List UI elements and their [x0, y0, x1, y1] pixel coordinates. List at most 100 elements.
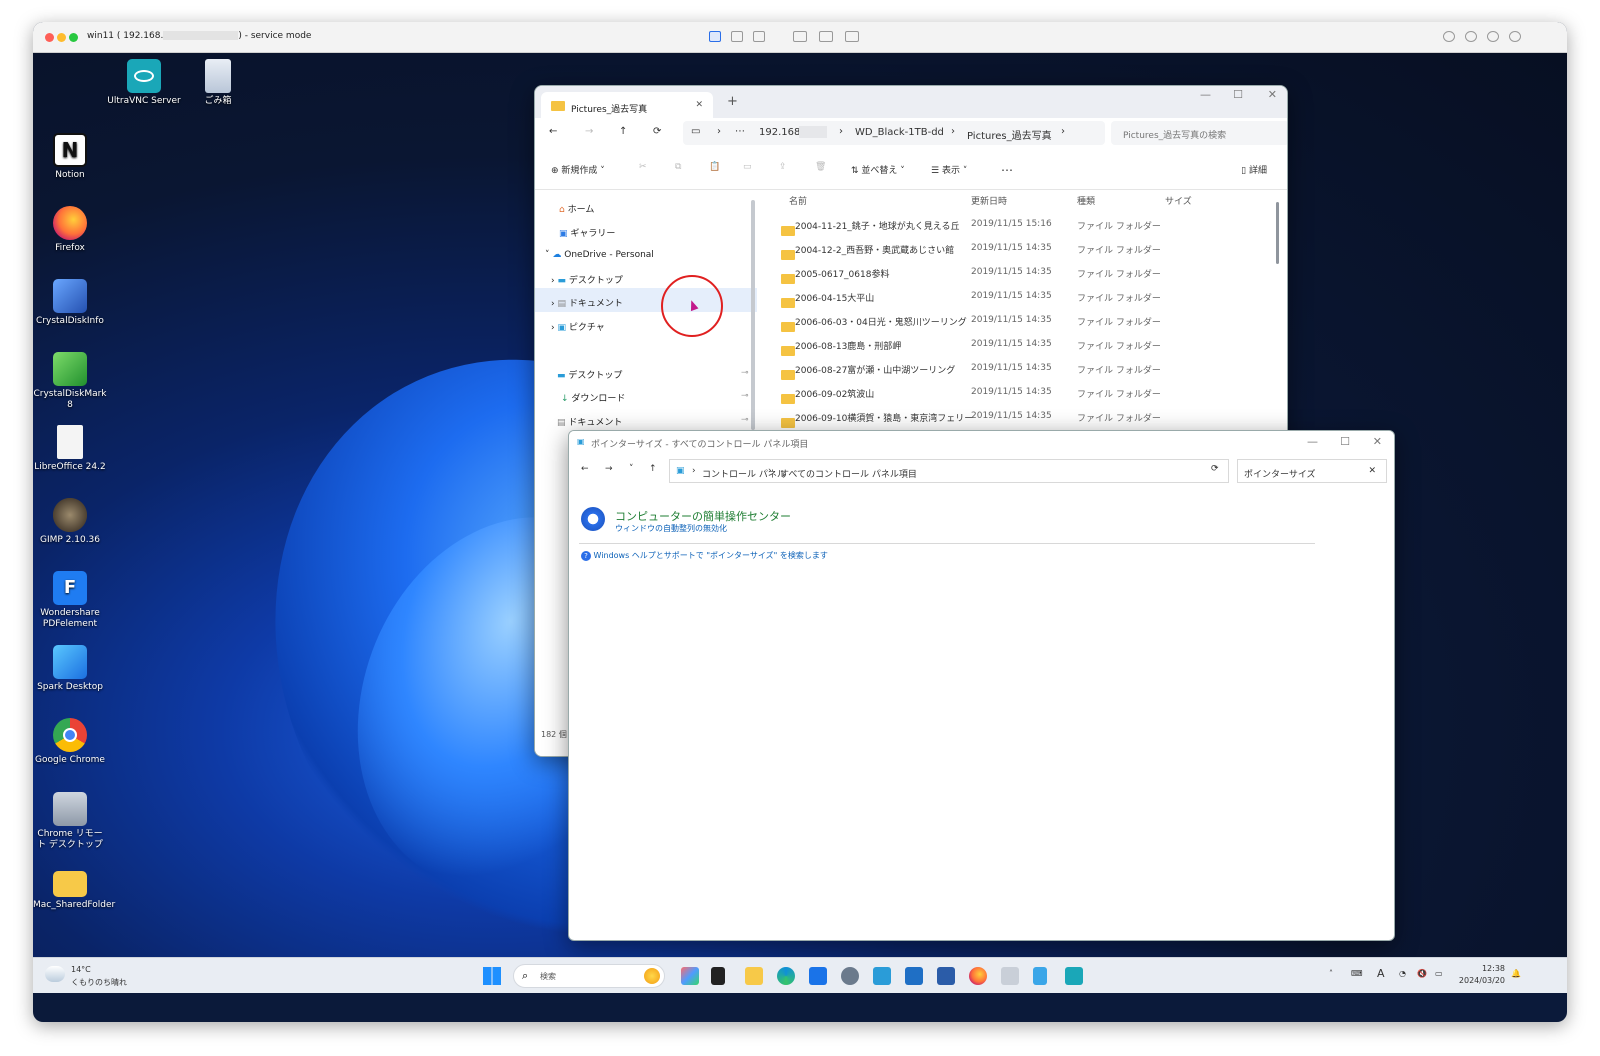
cp-search-input[interactable]: ポインターサイズ ✕ [1237, 459, 1387, 483]
view-button[interactable]: ☰ 表示 ˅ [931, 163, 967, 176]
address-bar[interactable]: ▭ › ⋯ 192.168. › WD_Black-1TB-dd › Pictu… [683, 121, 1105, 145]
cut-icon[interactable]: ✂ [639, 162, 647, 172]
forward-icon[interactable]: → [585, 126, 593, 137]
keyboard-icon[interactable]: ⌨ [1351, 969, 1363, 978]
minimize-icon[interactable]: — [1307, 435, 1318, 448]
column-name[interactable]: 名前 [789, 194, 807, 207]
table-row[interactable]: 2006-08-27富が瀬・山中湖ツーリング 2019/11/15 14:35 ファ… [765, 356, 1285, 380]
new-tab-icon[interactable]: + [727, 94, 738, 109]
explorer-tab[interactable]: Pictures_過去写真 ✕ [541, 92, 713, 118]
table-row[interactable]: 2006-09-10横須賀・猿島・東京湾フェリー 2019/11/15 14:35… [765, 404, 1285, 428]
recent-icon[interactable]: ˅ [629, 464, 634, 474]
table-row[interactable]: 2004-11-21_銚子・地球が丸く見える丘 2019/11/15 15:16 フ… [765, 212, 1285, 236]
delete-icon[interactable]: 🗑 [815, 162, 826, 172]
cp-breadcrumb-1[interactable]: コントロール パネル [702, 467, 786, 480]
maximize-icon[interactable]: ☐ [1340, 435, 1350, 448]
pin-icon[interactable]: ⊸ [741, 391, 749, 401]
copy-icon[interactable]: ⧉ [675, 162, 681, 172]
nav-scrollbar[interactable] [751, 200, 755, 430]
task-view-icon[interactable] [711, 967, 725, 985]
new-item-button[interactable]: ⊕ 新規作成 ˅ [551, 163, 605, 176]
maximize-icon[interactable]: ☐ [1233, 88, 1243, 101]
cp-address-bar[interactable]: ▣ › コントロール パネル › すべてのコントロール パネル項目 ˅ [669, 459, 1229, 483]
edge-icon[interactable] [777, 967, 795, 985]
remote-desktop-icon[interactable] [1001, 967, 1019, 985]
explorer-search-input[interactable]: Pictures_過去写真の検索 [1111, 121, 1287, 145]
grid-icon[interactable] [793, 31, 807, 42]
desktop-icon-notion[interactable]: N Notion [33, 133, 107, 181]
volume-muted-icon[interactable]: 🔇 [1417, 969, 1427, 978]
close-icon[interactable]: ✕ [1373, 435, 1382, 448]
desktop-icon-firefox[interactable]: Firefox [33, 206, 107, 254]
settings-icon[interactable] [841, 967, 859, 985]
table-row[interactable]: 2006-08-13鹿島・刑部岬 2019/11/15 14:35 ファイル フォル… [765, 332, 1285, 356]
close-dot-icon[interactable] [45, 33, 54, 42]
details-button[interactable]: ▯ 詳細 [1241, 163, 1267, 176]
tray-chevron-icon[interactable]: ˄ [1329, 969, 1333, 978]
store-icon[interactable] [809, 967, 827, 985]
clock-time[interactable]: 12:38 [1461, 964, 1505, 973]
up-icon[interactable]: ↑ [649, 464, 657, 474]
nav-desktop[interactable]: ▬ デスクトップ [557, 368, 622, 381]
nav-gallery[interactable]: ▣ ギャラリー [559, 226, 615, 239]
zoom-actual-icon[interactable] [1509, 31, 1521, 42]
zoom-fit-icon[interactable] [1443, 31, 1455, 42]
nav-documents[interactable]: ▤ ドキュメント [557, 415, 622, 428]
up-icon[interactable]: ↑ [619, 126, 627, 137]
more-path-icon[interactable]: ⋯ [735, 126, 745, 137]
tab-close-icon[interactable]: ✕ [695, 100, 703, 110]
control-panel-taskbar-icon[interactable] [873, 967, 891, 985]
column-type[interactable]: 種類 [1077, 194, 1095, 207]
nav-od-documents[interactable]: › ▤ ドキュメント [535, 288, 757, 312]
zoom-dot-icon[interactable] [69, 33, 78, 42]
layers-icon[interactable] [753, 31, 765, 42]
weather-icon[interactable] [45, 966, 65, 982]
table-row[interactable]: 2004-12-2_西吾野・奥武蔵あじさい館 2019/11/15 14:35 ファ… [765, 236, 1285, 260]
windows-start-icon[interactable] [483, 967, 501, 985]
wifi-icon[interactable]: ◔ [1399, 969, 1406, 978]
column-size[interactable]: サイズ [1165, 194, 1192, 207]
cp-breadcrumb-2[interactable]: すべてのコントロール パネル項目 [780, 467, 917, 480]
pin-icon[interactable]: ⊸ [741, 415, 749, 425]
weather-temp[interactable]: 14°C [71, 965, 91, 974]
forward-icon[interactable]: → [605, 464, 613, 474]
desktop-icon-crystaldiskmark[interactable]: CrystalDiskMark 8 [33, 352, 107, 411]
app-taskbar-icon[interactable] [905, 967, 923, 985]
desktop-icon-crystaldiskinfo[interactable]: CrystalDiskInfo [33, 279, 107, 327]
desktop-icon-shared-folder[interactable]: Mac_SharedFolder [33, 865, 115, 911]
split-icon[interactable] [819, 31, 833, 42]
minimize-dot-icon[interactable] [57, 33, 66, 42]
table-row[interactable]: 2005-0617_0618参料 2019/11/15 14:35 ファイル フォル… [765, 260, 1285, 284]
nav-downloads[interactable]: ↓ ダウンロード [561, 391, 625, 404]
cp-help-link[interactable]: Windows ヘルプとサポートで "ポインターサイズ" を検索します [594, 551, 828, 560]
desktop-icon-chrome[interactable]: Google Chrome [33, 718, 107, 766]
desktop-icon-spark[interactable]: Spark Desktop [33, 645, 107, 693]
cp-result-title[interactable]: コンピューターの簡単操作センター [615, 508, 791, 524]
desktop-icon-ultravnc[interactable]: UltraVNC Server [107, 59, 181, 107]
nav-home[interactable]: ⌂ ホーム [559, 202, 594, 215]
ime-indicator[interactable]: A [1377, 967, 1385, 980]
firefox-taskbar-icon[interactable] [969, 967, 987, 985]
screenshot-icon[interactable] [731, 31, 743, 42]
nav-od-pictures[interactable]: › ▣ ピクチャ [551, 320, 605, 333]
display-icon[interactable] [845, 31, 859, 42]
battery-icon[interactable]: ▭ [1435, 969, 1443, 978]
table-row[interactable]: 2006-04-15大平山 2019/11/15 14:35 ファイル フォルダー [765, 284, 1285, 308]
back-icon[interactable]: ← [549, 126, 557, 137]
clock-date[interactable]: 2024/03/20 [1457, 976, 1505, 985]
nav-od-desktop[interactable]: › ▬ デスクトップ [551, 273, 623, 286]
clear-search-icon[interactable]: ✕ [1368, 466, 1376, 476]
nav-onedrive[interactable]: ˅ ☁ OneDrive - Personal [545, 250, 654, 260]
list-scrollbar[interactable] [1276, 202, 1279, 264]
notepad-icon[interactable] [1033, 967, 1047, 985]
cp-result-sublink[interactable]: ウィンドウの自動整列の無効化 [615, 523, 727, 534]
taskbar-search[interactable]: ⌕ 検索 [513, 964, 665, 988]
column-date[interactable]: 更新日時 [971, 194, 1007, 207]
desktop-icon-chrome-remote[interactable]: Chrome リモート デスクトップ [33, 792, 107, 851]
ultravnc-taskbar-icon[interactable] [1065, 967, 1083, 985]
zoom-out-icon[interactable] [1465, 31, 1477, 42]
powershell-icon[interactable] [937, 967, 955, 985]
close-icon[interactable]: ✕ [1268, 88, 1277, 101]
refresh-icon[interactable]: ⟳ [653, 126, 661, 137]
cp-help-row[interactable]: ? Windows ヘルプとサポートで "ポインターサイズ" を検索します [581, 550, 828, 561]
